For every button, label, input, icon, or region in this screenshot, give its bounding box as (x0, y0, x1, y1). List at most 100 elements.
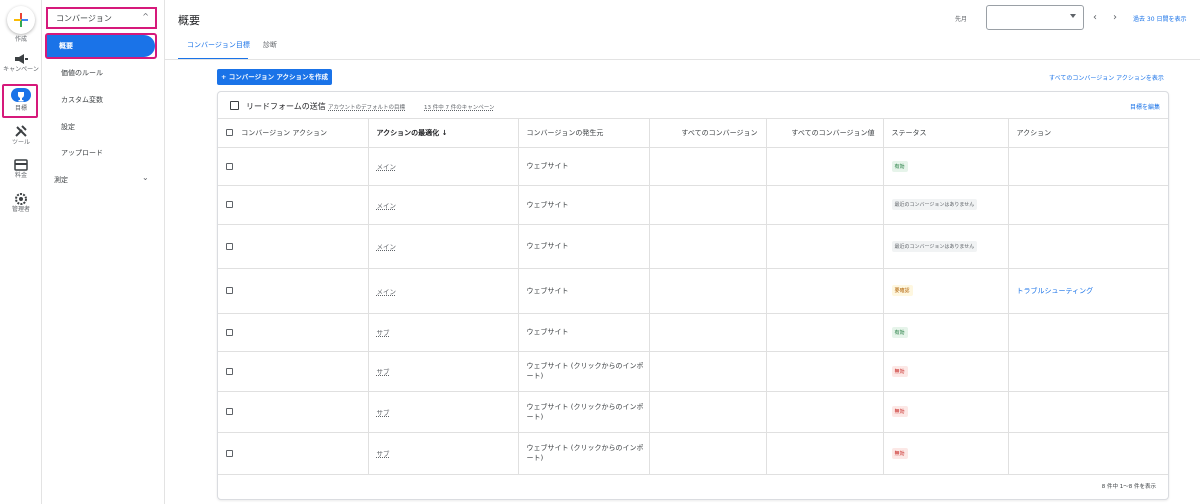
default-goal-label[interactable]: アカウントのデフォルトの目標 (328, 103, 405, 111)
nav-item-value-rules[interactable]: 価値のルール (61, 68, 103, 78)
chevron-right-icon[interactable]: › (1113, 12, 1117, 23)
optimization-value[interactable]: サブ (377, 368, 390, 376)
past-30-days-link[interactable]: 過去 30 日間を表示 (1133, 14, 1186, 23)
goals-nav-button[interactable] (11, 88, 31, 102)
header-conversion-action[interactable]: コンバージョン アクション (218, 119, 369, 148)
show-all-conversion-actions-link[interactable]: すべてのコンバージョン アクションを表示 (1049, 73, 1164, 82)
table-row[interactable]: メイン ウェブサイト 最近のコンバージョンはありません (218, 185, 1168, 225)
chevron-up-icon: ^ (142, 12, 149, 21)
cell-checkbox[interactable] (218, 391, 369, 433)
optimization-value[interactable]: サブ (377, 329, 390, 337)
cell-source: ウェブサイト (518, 313, 650, 352)
row-checkbox[interactable] (226, 367, 233, 375)
row-checkbox[interactable] (226, 449, 233, 457)
row-checkbox[interactable] (226, 328, 233, 336)
header-status[interactable]: ステータス (883, 119, 1009, 148)
cell-checkbox[interactable] (218, 432, 369, 475)
cell-action (1008, 147, 1168, 186)
source-value: ウェブサイト (526, 200, 569, 209)
optimization-value[interactable]: サブ (377, 450, 390, 458)
create-conversion-action-button[interactable]: + コンバージョン アクションを作成 (217, 69, 332, 85)
table-row[interactable]: サブ ウェブサイト (クリックからのインポート) 無効 (218, 351, 1168, 392)
cell-checkbox[interactable] (218, 351, 369, 392)
status-badge: 最近のコンバージョンはありません (891, 240, 978, 252)
row-checkbox[interactable] (226, 287, 233, 294)
header-all-conversions[interactable]: すべてのコンバージョン (649, 119, 767, 148)
edit-goal-link[interactable]: 目標を編集 (1130, 102, 1160, 111)
cell-optimization: サブ (368, 432, 519, 475)
chevron-left-icon[interactable]: ‹ (1093, 12, 1097, 23)
megaphone-icon[interactable] (13, 52, 29, 66)
row-checkbox[interactable] (226, 242, 233, 250)
optimization-value[interactable]: メイン (377, 288, 397, 296)
card-title: リードフォームの送信 (246, 102, 326, 111)
cell-action: トラブルシューティング (1008, 268, 1168, 314)
nav-item-custom-variables[interactable]: カスタム変数 (61, 95, 103, 105)
table-header-row: コンバージョン アクション アクションの最適化 ↓ コンバージョンの発生元 すべ… (218, 119, 1168, 148)
row-checkbox[interactable] (226, 162, 233, 170)
cell-checkbox[interactable] (218, 147, 369, 186)
left-rail: 作成 キャンペーン 目標 ツール 料金 管理者 (0, 0, 42, 504)
cell-all-conversion-value (766, 224, 884, 269)
table-row[interactable]: サブ ウェブサイト (クリックからのインポート) 無効 (218, 391, 1168, 433)
optimization-value[interactable]: メイン (377, 163, 397, 171)
table-row[interactable]: メイン ウェブサイト 要確認 トラブルシューティング (218, 268, 1168, 314)
optimization-value[interactable]: メイン (377, 243, 397, 251)
create-button[interactable] (7, 6, 35, 34)
status-badge: 最近のコンバージョンはありません (891, 199, 978, 210)
cell-action (1008, 185, 1168, 225)
conversions-section-toggle[interactable]: コンバージョン ^ (46, 7, 157, 29)
row-checkbox[interactable] (226, 201, 233, 208)
nav-item-settings[interactable]: 設定 (61, 122, 75, 132)
tab-diagnostics[interactable]: 診断 (263, 40, 277, 50)
plus-icon (14, 13, 28, 27)
select-all-checkbox[interactable] (226, 129, 233, 137)
table-row[interactable]: メイン ウェブサイト 有効 (218, 147, 1168, 186)
status-badge: 無効 (891, 406, 908, 417)
cell-status: 無効 (883, 391, 1009, 433)
cell-checkbox[interactable] (218, 268, 369, 314)
tab-conversion-goals[interactable]: コンバージョン目標 (187, 40, 250, 50)
troubleshooting-link[interactable]: トラブルシューティング (1017, 287, 1094, 295)
tools-icon[interactable] (13, 124, 29, 138)
campaign-count-label[interactable]: 13 件中 7 件のキャンペーン (424, 103, 494, 111)
cell-all-conversions (649, 147, 767, 186)
status-badge: 有効 (891, 160, 908, 172)
cell-all-conversion-value (766, 313, 884, 352)
header-source[interactable]: コンバージョンの発生元 (518, 119, 650, 148)
table-row[interactable]: メイン ウェブサイト 最近のコンバージョンはありません (218, 224, 1168, 269)
optimization-value[interactable]: メイン (377, 202, 397, 210)
table-row[interactable]: サブ ウェブサイト 有効 (218, 313, 1168, 352)
billing-card-icon[interactable] (13, 158, 29, 172)
cell-status: 有効 (883, 313, 1009, 352)
cell-all-conversion-value (766, 185, 884, 225)
header-optimization[interactable]: アクションの最適化 ↓ (368, 119, 519, 148)
date-range-select[interactable] (986, 5, 1084, 30)
trophy-icon (18, 92, 24, 102)
source-value: ウェブサイト (526, 286, 569, 295)
cell-source: ウェブサイト (クリックからのインポート) (518, 351, 650, 392)
header-all-conversion-value[interactable]: すべてのコンバージョン値 (766, 119, 884, 148)
optimization-value[interactable]: サブ (377, 409, 390, 417)
header-actions: アクション (1008, 119, 1168, 148)
cell-checkbox[interactable] (218, 185, 369, 225)
admin-gear-icon[interactable] (13, 192, 29, 206)
cell-source: ウェブサイト (クリックからのインポート) (518, 391, 650, 433)
conversion-actions-table: コンバージョン アクション アクションの最適化 ↓ コンバージョンの発生元 すべ… (218, 119, 1168, 475)
nav-item-measurement[interactable]: 測定 (54, 175, 68, 185)
row-checkbox[interactable] (226, 408, 233, 415)
chevron-down-icon[interactable]: ⌄ (142, 173, 149, 182)
card-header: リードフォームの送信 アカウントのデフォルトの目標 13 件中 7 件のキャンペ… (218, 92, 1168, 119)
cell-status: 有効 (883, 147, 1009, 186)
status-badge: 無効 (891, 447, 908, 459)
cell-checkbox[interactable] (218, 313, 369, 352)
cell-status: 最近のコンバージョンはありません (883, 185, 1009, 225)
nav-item-uploads[interactable]: アップロード (61, 148, 103, 158)
cell-status: 無効 (883, 351, 1009, 392)
header-conversion-action-label: コンバージョン アクション (241, 128, 327, 137)
table-row[interactable]: サブ ウェブサイト (クリックからのインポート) 無効 (218, 432, 1168, 475)
cell-action (1008, 391, 1168, 433)
nav-item-summary[interactable]: 概要 (47, 35, 155, 57)
cell-action (1008, 432, 1168, 475)
cell-checkbox[interactable] (218, 224, 369, 269)
